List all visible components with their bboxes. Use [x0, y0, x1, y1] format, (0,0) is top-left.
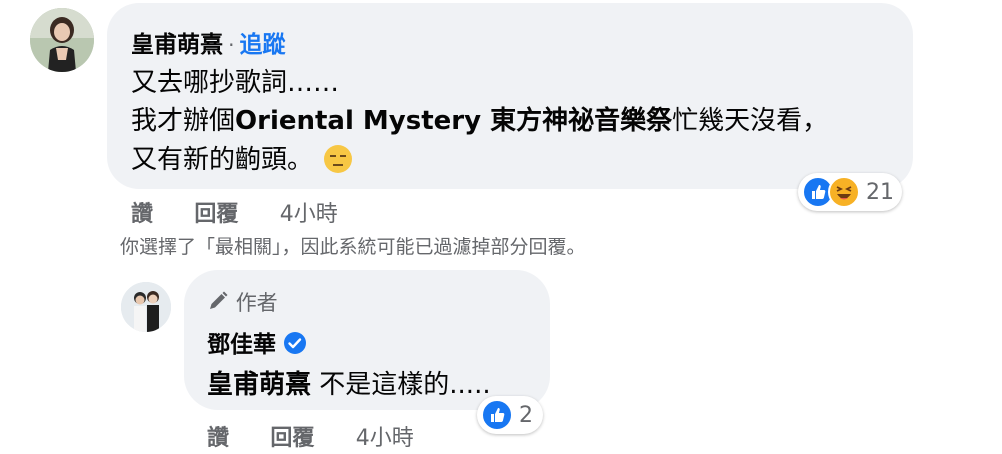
- expressionless-face-icon: [323, 144, 353, 181]
- comment-line-3-text: 又有新的齣頭。: [131, 145, 314, 175]
- author-badge-label: 作者: [235, 291, 278, 315]
- reply-author-name[interactable]: 鄧佳華: [207, 332, 276, 358]
- reply-reactions[interactable]: 2: [477, 396, 543, 434]
- comment-actions: 讚 回覆 4小時: [131, 196, 338, 228]
- comment-header: 皇甫萌熹 · 追蹤: [131, 25, 286, 59]
- mention-link[interactable]: 皇甫萌熹: [207, 370, 311, 400]
- reply-reaction-count: 2: [519, 402, 533, 428]
- comment-reactions[interactable]: 21: [798, 173, 902, 211]
- reply-button[interactable]: 回覆: [194, 202, 238, 227]
- like-button[interactable]: 讚: [131, 202, 153, 227]
- reply-text: 不是這樣的.....: [319, 370, 491, 400]
- header-separator: ·: [228, 33, 235, 57]
- author-badge: 作者: [207, 287, 278, 317]
- reaction-count: 21: [866, 179, 894, 205]
- comment-line-3: 又有新的齣頭。: [131, 139, 353, 181]
- comment-line-2-pre: 我才辦個: [131, 106, 236, 136]
- follow-link[interactable]: 追蹤: [240, 32, 286, 58]
- comment-line-2: 我才辦個Oriental Mystery 東方神祕音樂祭忙幾天沒看，: [131, 100, 828, 137]
- pencil-icon: [207, 290, 229, 317]
- reply-header: 鄧佳華: [207, 325, 307, 359]
- commenter-name[interactable]: 皇甫萌熹: [131, 32, 223, 58]
- verified-badge-icon: [283, 331, 307, 359]
- reply-reply-button[interactable]: 回覆: [270, 426, 314, 451]
- comment-line-2-post: 忙幾天沒看，: [672, 106, 829, 136]
- like-reaction-icon: [481, 399, 513, 431]
- reply-like-button[interactable]: 讚: [207, 426, 229, 451]
- reply-author-avatar[interactable]: [121, 282, 171, 332]
- reply-timestamp[interactable]: 4小時: [356, 426, 414, 451]
- event-name-bold: Oriental Mystery 東方神祕音樂祭: [235, 106, 673, 136]
- reply-actions: 讚 回覆 4小時: [207, 420, 414, 452]
- comment-timestamp[interactable]: 4小時: [280, 202, 338, 227]
- reply-text-line: 皇甫萌熹 不是這樣的.....: [207, 364, 491, 401]
- comment-line-1: 又去哪抄歌詞……: [131, 68, 340, 98]
- commenter-avatar[interactable]: [30, 8, 94, 72]
- haha-reaction-icon: [828, 176, 860, 208]
- filter-notice: 你選擇了「最相關」，因此系統可能已過濾掉部分回覆。: [120, 236, 586, 258]
